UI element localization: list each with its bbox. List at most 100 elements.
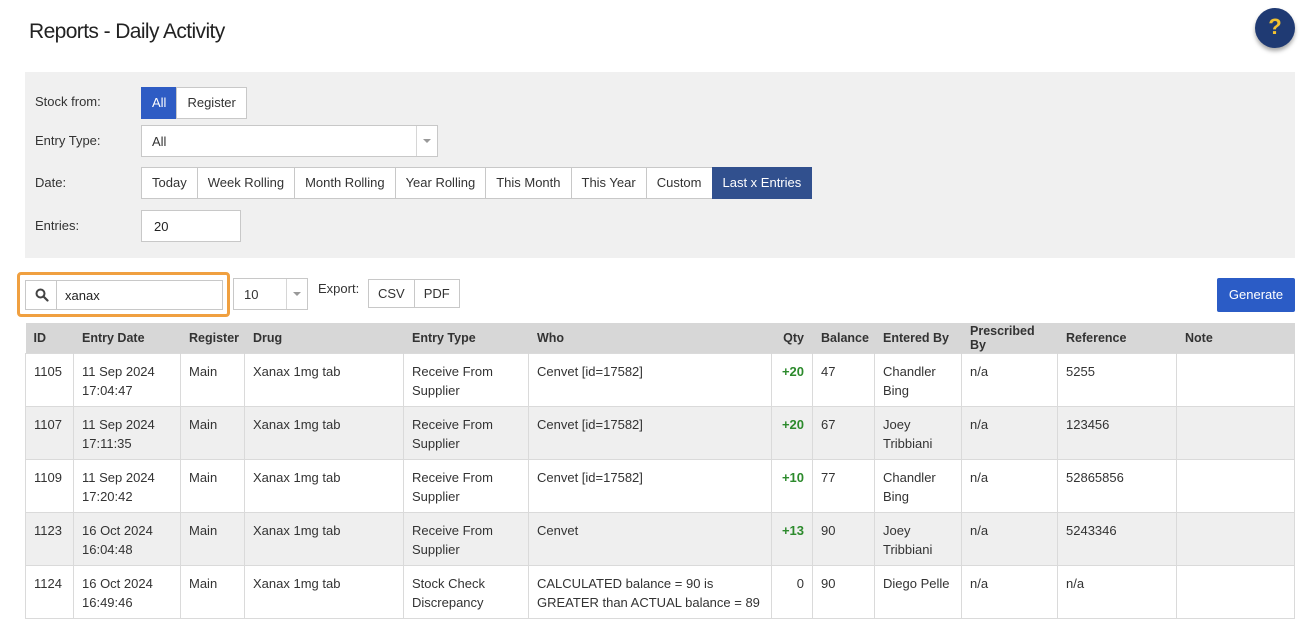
entry-type-line2: Supplier (412, 541, 460, 557)
date-month-rolling-button[interactable]: Month Rolling (294, 167, 396, 199)
stock-from-all-button[interactable]: All (141, 87, 178, 119)
activity-table: ID Entry Date Register Drug Entry Type W… (25, 323, 1295, 619)
who-line2: GREATER than ACTUAL balance = 89 (537, 594, 760, 610)
column-header-entered-by[interactable]: Entered By (874, 323, 962, 353)
column-header-entry-type[interactable]: Entry Type (403, 323, 529, 353)
column-header-prescribed-by[interactable]: Prescribed By (961, 323, 1058, 353)
entered-by-line1: Chandler (883, 469, 936, 485)
cell-register: Main (180, 564, 245, 619)
chevron-down-icon (423, 139, 431, 143)
cell-drug: Xanax 1mg tab (244, 352, 404, 407)
table-row[interactable]: 1105 11 Sep 2024 17:04:47 Main Xanax 1mg … (25, 352, 1295, 407)
help-icon: ? (1268, 14, 1282, 39)
search-icon (35, 288, 49, 302)
cell-id: 1109 (25, 458, 74, 513)
cell-reference: 52865856 (1057, 458, 1177, 513)
entries-input[interactable] (154, 219, 233, 234)
table-row[interactable]: 1109 11 Sep 2024 17:20:42 Main Xanax 1mg … (25, 458, 1295, 513)
column-header-entry-date[interactable]: Entry Date (73, 323, 181, 353)
entry-date: 11 Sep 2024 (82, 416, 155, 432)
date-last-x-entries-button[interactable]: Last x Entries (711, 167, 813, 199)
entry-time: 16:04:48 (82, 541, 133, 557)
entry-type-line1: Receive From (412, 363, 493, 379)
entry-type-label: Entry Type: (35, 133, 101, 148)
entry-type-select[interactable]: All (141, 125, 438, 157)
export-label: Export: (318, 281, 360, 296)
page-size-value: 10 (244, 287, 259, 302)
cell-reference: 5243346 (1057, 511, 1177, 566)
cell-register: Main (180, 458, 245, 513)
cell-entry-date: 11 Sep 2024 17:11:35 (73, 405, 181, 460)
entered-by-line1: Joey (883, 522, 911, 538)
stock-from-register-button[interactable]: Register (176, 87, 247, 119)
date-label: Date: (35, 175, 67, 190)
chevron-down-icon (293, 292, 301, 296)
entered-by-line1: Diego Pelle (883, 575, 950, 591)
who-line1: Cenvet (537, 522, 579, 538)
export-pdf-button[interactable]: PDF (413, 279, 460, 308)
cell-register: Main (180, 352, 245, 407)
export-group: CSV PDF (368, 279, 460, 308)
entry-type-line2: Supplier (412, 382, 460, 398)
cell-note (1176, 458, 1295, 513)
date-custom-button[interactable]: Custom (645, 167, 713, 199)
search-icon-button[interactable] (25, 280, 57, 310)
cell-entered-by: Diego Pelle (874, 564, 962, 619)
search-highlight (17, 272, 230, 317)
entry-type-line1: Stock Check (412, 575, 485, 591)
entry-type-line1: Receive From (412, 469, 493, 485)
table-row[interactable]: 1124 16 Oct 2024 16:49:46 Main Xanax 1mg … (25, 564, 1295, 619)
page-size-dropdown-arrow[interactable] (286, 279, 307, 309)
entry-time: 16:49:46 (82, 594, 133, 610)
cell-balance: 77 (812, 458, 875, 513)
column-header-balance[interactable]: Balance (812, 323, 875, 353)
entry-type-value: All (152, 134, 167, 149)
column-header-qty[interactable]: Qty (771, 323, 813, 353)
entry-type-line2: Supplier (412, 435, 460, 451)
date-week-rolling-button[interactable]: Week Rolling (196, 167, 296, 199)
help-button[interactable]: ? (1255, 8, 1295, 48)
search-input[interactable] (65, 288, 215, 303)
cell-qty: +13 (771, 511, 813, 566)
entry-date: 11 Sep 2024 (82, 469, 155, 485)
table-row[interactable]: 1123 16 Oct 2024 16:04:48 Main Xanax 1mg … (25, 511, 1295, 566)
entries-field[interactable] (141, 210, 241, 242)
column-header-register[interactable]: Register (180, 323, 245, 353)
date-year-rolling-button[interactable]: Year Rolling (394, 167, 487, 199)
entry-date: 16 Oct 2024 (82, 575, 153, 591)
entry-type-line2: Discrepancy (412, 594, 484, 610)
date-this-year-button[interactable]: This Year (570, 167, 647, 199)
date-this-month-button[interactable]: This Month (485, 167, 572, 199)
cell-entry-date: 11 Sep 2024 17:20:42 (73, 458, 181, 513)
date-today-button[interactable]: Today (141, 167, 198, 199)
cell-note (1176, 405, 1295, 460)
cell-entry-date: 16 Oct 2024 16:04:48 (73, 511, 181, 566)
page-title: Reports - Daily Activity (29, 20, 225, 43)
column-header-who[interactable]: Who (528, 323, 772, 353)
cell-entry-date: 11 Sep 2024 17:04:47 (73, 352, 181, 407)
cell-entry-type: Receive From Supplier (403, 405, 529, 460)
cell-drug: Xanax 1mg tab (244, 405, 404, 460)
cell-qty: +20 (771, 405, 813, 460)
export-csv-button[interactable]: CSV (368, 279, 415, 308)
cell-balance: 47 (812, 352, 875, 407)
cell-prescribed-by: n/a (961, 352, 1058, 407)
cell-entry-type: Receive From Supplier (403, 458, 529, 513)
cell-reference: n/a (1057, 564, 1177, 619)
column-header-drug[interactable]: Drug (244, 323, 404, 353)
cell-who: Cenvet (528, 511, 772, 566)
cell-id: 1123 (25, 511, 74, 566)
table-row[interactable]: 1107 11 Sep 2024 17:11:35 Main Xanax 1mg … (25, 405, 1295, 460)
generate-button[interactable]: Generate (1217, 278, 1295, 312)
column-header-note[interactable]: Note (1176, 323, 1295, 353)
column-header-id[interactable]: ID (25, 323, 74, 353)
column-header-reference[interactable]: Reference (1057, 323, 1177, 353)
page-size-select[interactable]: 10 (233, 278, 308, 310)
cell-entered-by: Joey Tribbiani (874, 511, 962, 566)
entry-type-dropdown-arrow[interactable] (416, 126, 437, 156)
stock-from-group: All Register (141, 87, 247, 119)
search-field[interactable] (56, 280, 223, 310)
cell-entry-date: 16 Oct 2024 16:49:46 (73, 564, 181, 619)
cell-note (1176, 511, 1295, 566)
entry-type-line2: Supplier (412, 488, 460, 504)
